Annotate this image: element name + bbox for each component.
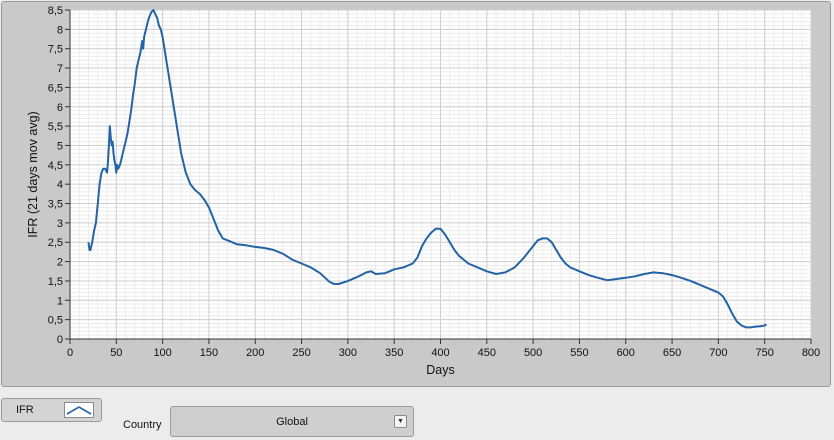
x-tick-label: 550 <box>570 347 588 359</box>
x-tick-label: 800 <box>802 347 820 359</box>
x-axis-ticks: 0 50 100 150 200 250 300 350 400 450 500 550 600 650 7… <box>67 339 820 359</box>
y-tick-label: 6 <box>57 102 63 114</box>
x-tick-label: 100 <box>153 347 171 359</box>
y-tick-label: 8,5 <box>48 5 63 17</box>
x-tick-label: 400 <box>431 347 449 359</box>
x-tick-label: 450 <box>478 347 496 359</box>
y-tick-label: 5 <box>57 140 63 152</box>
y-tick-label: 8 <box>57 24 63 36</box>
x-tick-label: 150 <box>200 347 218 359</box>
x-tick-label: 200 <box>246 347 264 359</box>
country-label: Country <box>123 419 162 431</box>
y-tick-label: 3 <box>57 218 63 230</box>
line-chart: 0 50 100 150 200 250 300 350 400 450 500 550 600 650 7… <box>26 5 820 377</box>
x-tick-label: 50 <box>110 347 122 359</box>
x-tick-label: 300 <box>339 347 357 359</box>
x-tick-label: 750 <box>756 347 774 359</box>
y-tick-label: 4 <box>57 179 63 191</box>
y-tick-label: 0 <box>57 334 63 346</box>
x-tick-label: 350 <box>385 347 403 359</box>
y-tick-label: 3,5 <box>48 199 63 211</box>
y-axis-title: IFR (21 days mov avg) <box>26 111 40 237</box>
x-tick-label: 650 <box>663 347 681 359</box>
x-tick-label: 700 <box>709 347 727 359</box>
x-tick-label: 500 <box>524 347 542 359</box>
y-tick-label: 1 <box>57 295 63 307</box>
chevron-down-icon[interactable]: ▼ <box>394 415 407 428</box>
x-axis-title: Days <box>426 363 454 377</box>
x-tick-label: 600 <box>617 347 635 359</box>
legend-label: IFR <box>16 404 34 416</box>
legend-line-icon <box>64 402 94 418</box>
y-tick-label: 1,5 <box>48 276 63 288</box>
y-tick-label: 5,5 <box>48 121 63 133</box>
y-tick-label: 2 <box>57 257 63 269</box>
x-tick-label: 250 <box>292 347 310 359</box>
legend[interactable]: IFR <box>1 398 102 422</box>
y-tick-label: 4,5 <box>48 160 63 172</box>
y-tick-label: 0,5 <box>48 315 63 327</box>
y-axis-ticks: 0 0,5 1 1,5 2 2,5 3 3,5 4 4,5 5 5,5 6 6,5 7 7,5 8 8,5 <box>48 5 70 346</box>
y-tick-label: 7,5 <box>48 44 63 56</box>
y-tick-label: 6,5 <box>48 82 63 94</box>
chart-panel: 0 50 100 150 200 250 300 350 400 450 500 550 600 650 7… <box>1 1 831 387</box>
country-dropdown[interactable]: Global ▼ <box>170 406 414 437</box>
country-selected-value: Global <box>276 416 308 428</box>
y-tick-label: 2,5 <box>48 237 63 249</box>
y-tick-label: 7 <box>57 63 63 75</box>
x-tick-label: 0 <box>67 347 73 359</box>
